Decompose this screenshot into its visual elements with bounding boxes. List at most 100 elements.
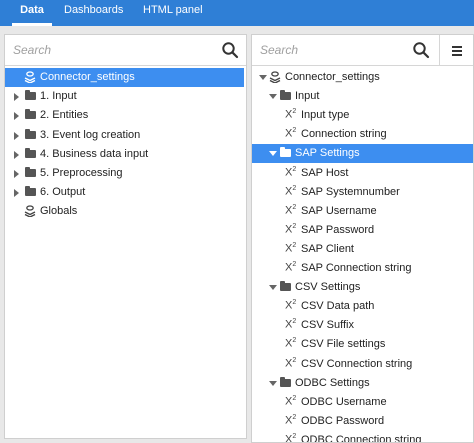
chevron-right-icon[interactable] — [14, 93, 19, 102]
tree-row-sap-host[interactable]: X2 SAP Host — [252, 164, 473, 183]
tree-row-label: 1. Input — [40, 90, 77, 103]
tree-row-sap-systemnumber[interactable]: X2 SAP Systemnumber — [252, 183, 473, 202]
tab-dashboards[interactable]: Dashboards — [64, 0, 123, 26]
folder-icon — [25, 167, 36, 177]
tree-row-6-output[interactable]: 6. Output — [5, 183, 244, 202]
menu-button[interactable] — [439, 35, 473, 66]
tree-row-csv-connection-string[interactable]: X2 CSV Connection string — [252, 355, 473, 374]
tree-row-label: SAP Password — [301, 223, 375, 236]
variable-icon: X2 — [285, 185, 296, 198]
variable-icon-sup: 2 — [292, 184, 297, 192]
tree-row-5-preprocessing[interactable]: 5. Preprocessing — [5, 164, 244, 183]
chevron-down-icon[interactable] — [269, 380, 277, 386]
variable-icon-sup: 2 — [292, 432, 297, 440]
tree-row-label: CSV Connection string — [301, 357, 413, 370]
folder-icon — [25, 90, 36, 101]
tree-row-sap-connection-string[interactable]: X2 SAP Connection string — [252, 259, 473, 278]
tree-row-csv-suffix[interactable]: X2 CSV Suffix — [252, 316, 473, 335]
tree-row-label: SAP Username — [301, 204, 377, 217]
connector-icon — [269, 71, 281, 83]
chevron-right-icon[interactable] — [14, 170, 19, 178]
variable-icon: X2 — [285, 166, 296, 179]
tree-row-csv-data-path[interactable]: X2 CSV Data path — [252, 297, 473, 316]
tree-row-label: CSV Data path — [301, 300, 375, 313]
variable-icon: X2 — [285, 337, 296, 350]
variable-icon-sup: 2 — [292, 299, 297, 307]
left-data-panel: Connector_settings 1. Input 2. Entities 3. … — [4, 34, 247, 439]
chevron-down-icon[interactable] — [269, 285, 277, 291]
variable-icon-sup: 2 — [292, 337, 297, 345]
chevron-right-icon[interactable] — [14, 189, 19, 198]
variable-icon: X2 — [285, 299, 296, 312]
tree-row-sap-username[interactable]: X2 SAP Username — [252, 202, 473, 221]
tree-row-3-event-log-creation[interactable]: 3. Event log creation — [5, 126, 244, 145]
globals-icon — [24, 205, 36, 218]
search-icon[interactable] — [412, 41, 430, 59]
left-search-bar — [5, 35, 246, 66]
tree-row-label: CSV Settings — [295, 281, 361, 294]
tree-row-2-entities[interactable]: 2. Entities — [5, 106, 244, 125]
tree-row-label: 3. Event log creation — [40, 128, 141, 141]
tree-row-connector-settings[interactable]: Connector_settings — [5, 68, 244, 87]
folder-icon — [280, 147, 291, 158]
variable-icon: X2 — [285, 127, 296, 140]
chevron-right-icon[interactable] — [14, 131, 19, 140]
tree-row-label: SAP Host — [301, 166, 349, 179]
tree-row-odbc-connection-string[interactable]: X2 ODBC Connection string — [252, 431, 473, 442]
variable-icon: X2 — [285, 318, 296, 331]
folder-icon — [25, 186, 36, 197]
tree-row-label: CSV Suffix — [301, 319, 354, 332]
left-search-input[interactable] — [13, 42, 203, 58]
tree-row-label: CSV File settings — [301, 338, 386, 351]
tab-data[interactable]: Data — [12, 0, 52, 26]
tab-html-panel[interactable]: HTML panel — [143, 0, 203, 26]
tree-row-label: SAP Systemnumber — [301, 185, 400, 198]
search-icon[interactable] — [221, 41, 239, 59]
tree-row-label: 5. Preprocessing — [40, 167, 123, 179]
tree-row-4-business-data-input[interactable]: 4. Business data input — [5, 145, 244, 164]
tree-row-sap-password[interactable]: X2 SAP Password — [252, 221, 473, 240]
tree-row-label: Connector_settings — [40, 71, 135, 83]
chevron-right-icon[interactable] — [14, 150, 19, 159]
tree-row-sap-settings[interactable]: SAP Settings — [252, 144, 473, 164]
tree-row-odbc-password[interactable]: X2 ODBC Password — [252, 412, 473, 431]
tree-row-sap-client[interactable]: X2 SAP Client — [252, 240, 473, 259]
tree-row-odbc-username[interactable]: X2 ODBC Username — [252, 393, 473, 412]
left-tree: Connector_settings 1. Input 2. Entities 3. … — [5, 66, 246, 438]
chevron-down-icon[interactable] — [259, 75, 267, 80]
tree-row-csv-file-settings[interactable]: X2 CSV File settings — [252, 335, 473, 354]
variable-icon-sup: 2 — [292, 318, 297, 326]
chevron-down-icon[interactable] — [269, 151, 277, 157]
folder-icon — [25, 109, 36, 120]
variable-icon-sup: 2 — [292, 413, 297, 421]
top-tab-bar: Data Dashboards HTML panel — [0, 0, 474, 26]
folder-icon — [25, 128, 36, 139]
tree-row-globals[interactable]: Globals — [5, 202, 244, 221]
tree-row-label: SAP Connection string — [301, 262, 412, 274]
folder-icon — [280, 281, 291, 292]
chevron-down-icon[interactable] — [269, 94, 277, 100]
tree-row-label: SAP Client — [301, 242, 354, 255]
tree-row-odbc-settings[interactable]: ODBC Settings — [252, 374, 473, 393]
hamburger-icon — [452, 46, 462, 56]
variable-icon-sup: 2 — [292, 222, 297, 230]
variable-icon: X2 — [285, 108, 296, 121]
chevron-right-icon[interactable] — [14, 112, 19, 121]
right-tree: Connector_settings Input X2 Input type X2 Con… — [252, 66, 473, 442]
tree-row-label: Connector_settings — [285, 71, 380, 83]
connector-icon — [24, 71, 36, 83]
folder-icon — [280, 376, 291, 387]
tree-row-1-input[interactable]: 1. Input — [5, 87, 244, 106]
variable-icon: X2 — [285, 414, 296, 427]
folder-icon — [280, 90, 291, 101]
tree-row-connector-settings[interactable]: Connector_settings — [252, 68, 473, 87]
variable-icon-sup: 2 — [292, 165, 297, 173]
variable-icon-sup: 2 — [292, 127, 297, 135]
right-search-input[interactable] — [260, 42, 400, 58]
tree-row-input-type[interactable]: X2 Input type — [252, 106, 473, 125]
tree-row-input[interactable]: Input — [252, 87, 473, 106]
tree-row-csv-settings[interactable]: CSV Settings — [252, 278, 473, 297]
tree-row-connection-string[interactable]: X2 Connection string — [252, 125, 473, 144]
variable-icon-sup: 2 — [292, 261, 297, 268]
tree-row-label: ODBC Username — [301, 395, 387, 408]
